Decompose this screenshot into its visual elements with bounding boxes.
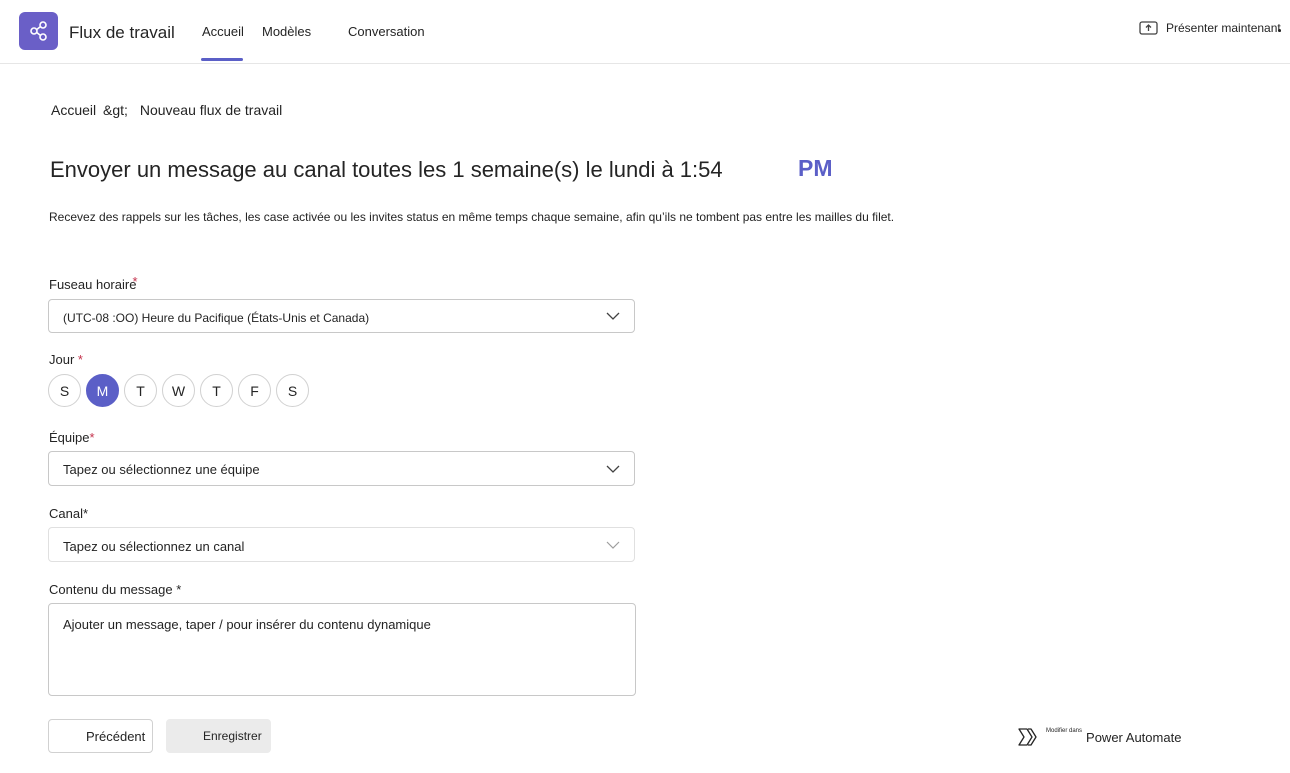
message-label: Contenu du message * <box>49 582 182 597</box>
tab-conversation[interactable]: Conversation <box>348 24 425 39</box>
channel-placeholder: Tapez ou sélectionnez un canal <box>63 539 245 554</box>
share-nodes-icon <box>29 21 47 41</box>
day-label-text: Jour <box>49 352 75 367</box>
chevron-down-icon <box>606 312 620 320</box>
channel-label: Canal* <box>49 506 89 521</box>
app-icon[interactable] <box>19 12 58 50</box>
day-label: Jour * <box>49 352 83 367</box>
top-bar: Flux de travail Accueil Modèles Conversa… <box>0 0 1290 64</box>
breadcrumb: Accueil &gt; Nouveau flux de travail <box>51 102 282 118</box>
active-tab-indicator <box>201 58 243 61</box>
back-button[interactable]: Précédent <box>48 719 153 753</box>
page-description: Recevez des rappels sur les tâches, les … <box>49 210 895 224</box>
team-dropdown[interactable]: Tapez ou sélectionnez une équipe <box>48 451 635 486</box>
tab-modeles[interactable]: Modèles <box>262 24 311 39</box>
timezone-label: Fuseau horaire* <box>49 274 142 292</box>
team-label-text: Équipe <box>49 430 90 445</box>
timezone-label-text: Fuseau horaire <box>49 277 137 292</box>
channel-dropdown[interactable]: Tapez ou sélectionnez un canal <box>48 527 635 562</box>
team-placeholder: Tapez ou sélectionnez une équipe <box>63 462 260 477</box>
power-automate-label: Power Automate <box>1086 729 1182 745</box>
timezone-value: (UTC-08 :OO) Heure du Pacifique (États-U… <box>63 311 370 325</box>
share-screen-icon <box>1139 21 1158 35</box>
breadcrumb-current: Nouveau flux de travail <box>139 102 283 118</box>
day-saturday[interactable]: S <box>276 374 309 407</box>
present-now-button[interactable]: Présenter maintenant <box>1139 20 1281 36</box>
message-textarea[interactable]: Ajouter un message, taper / pour insérer… <box>48 603 636 696</box>
day-monday[interactable]: M <box>86 374 119 407</box>
required-mark: * <box>89 430 95 445</box>
breadcrumb-separator: &gt; <box>103 102 128 118</box>
breadcrumb-home[interactable]: Accueil <box>51 102 96 118</box>
day-wednesday[interactable]: W <box>162 374 195 407</box>
edit-in-text: Modifier dans <box>1046 728 1083 734</box>
required-mark: * <box>77 352 83 367</box>
chevron-down-icon <box>606 541 620 549</box>
power-automate-icon <box>1018 728 1037 746</box>
day-thursday[interactable]: T <box>200 374 233 407</box>
required-mark: * <box>132 274 138 289</box>
tab-accueil[interactable]: Accueil <box>202 24 244 39</box>
chevron-down-icon <box>606 465 620 473</box>
day-picker: S M T W T F S <box>48 374 309 407</box>
more-dot <box>1278 29 1281 32</box>
day-tuesday[interactable]: T <box>124 374 157 407</box>
save-button[interactable]: Enregistrer <box>166 719 271 753</box>
page-title: Envoyer un message au canal toutes les 1… <box>50 157 723 182</box>
page-title-suffix: PM <box>798 155 833 181</box>
team-label: Équipe* <box>49 430 95 445</box>
edit-in-power-automate-link[interactable]: Modifier dans Power Automate <box>1018 728 1181 746</box>
timezone-dropdown[interactable]: (UTC-08 :OO) Heure du Pacifique (États-U… <box>48 299 635 333</box>
day-friday[interactable]: F <box>238 374 271 407</box>
message-placeholder: Ajouter un message, taper / pour insérer… <box>63 617 431 632</box>
present-now-label: Présenter maintenant <box>1166 21 1281 35</box>
day-sunday[interactable]: S <box>48 374 81 407</box>
app-title: Flux de travail <box>69 23 175 42</box>
